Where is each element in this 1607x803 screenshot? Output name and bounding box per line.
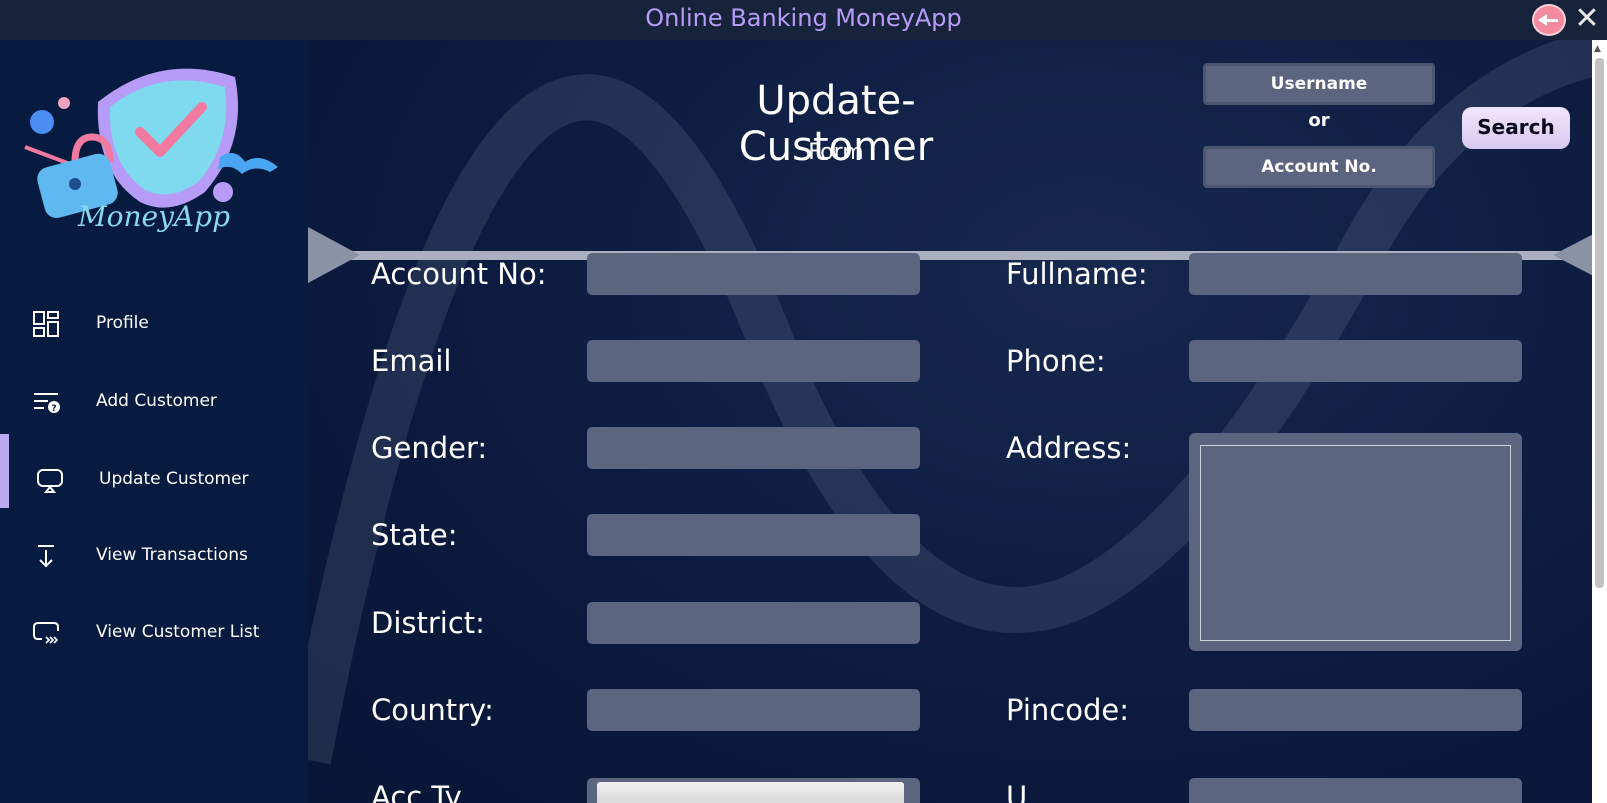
or-label: or	[1308, 110, 1330, 131]
search-account-input[interactable]: Account No.	[1203, 146, 1435, 188]
acc-type-select[interactable]	[587, 778, 920, 803]
pincode-label: Pincode:	[1006, 693, 1129, 727]
window-title: Online Banking MoneyApp	[645, 4, 962, 32]
state-label: State:	[371, 518, 458, 552]
sidebar-item-label: Update Customer	[99, 469, 249, 489]
sidebar-item-label: Profile	[96, 313, 149, 333]
update-customer-icon	[37, 469, 63, 493]
account-no-label: Account No:	[371, 257, 547, 291]
main-panel: Update-Customer Form Username or Account…	[308, 40, 1607, 803]
username-field[interactable]	[1189, 778, 1522, 803]
country-label: Country:	[371, 693, 494, 727]
gender-field[interactable]	[587, 427, 920, 469]
vertical-scrollbar[interactable]: ▲	[1592, 40, 1607, 803]
acc-type-label: Acc Ty	[371, 780, 462, 803]
phone-field[interactable]	[1189, 340, 1522, 382]
username-label: U	[1006, 780, 1028, 803]
fullname-field[interactable]	[1189, 253, 1522, 295]
page-subtitle: Form	[808, 140, 864, 165]
sidebar-item-label: Add Customer	[96, 391, 217, 411]
customer-list-icon	[33, 622, 59, 644]
country-field[interactable]	[587, 689, 920, 731]
district-label: District:	[371, 606, 485, 640]
sidebar-item-profile[interactable]: Profile	[0, 296, 308, 352]
gender-label: Gender:	[371, 431, 488, 465]
sidebar-item-view-customer-list[interactable]: View Customer List	[0, 605, 308, 661]
scrollbar-thumb[interactable]	[1595, 58, 1604, 588]
sidebar-item-add-customer[interactable]: ? Add Customer	[0, 374, 308, 430]
back-icon[interactable]	[1532, 4, 1566, 36]
fullname-label: Fullname:	[1006, 257, 1148, 291]
search-button[interactable]: Search	[1462, 107, 1570, 149]
sidebar-item-update-customer[interactable]: Update Customer	[0, 434, 308, 508]
email-label: Email	[371, 344, 452, 378]
download-arrow-icon	[38, 545, 54, 568]
district-field[interactable]	[587, 602, 920, 644]
sidebar-item-view-transactions[interactable]: View Transactions	[0, 528, 308, 584]
dashboard-icon	[33, 311, 59, 337]
address-textarea[interactable]	[1189, 433, 1522, 651]
add-customer-icon: ?	[34, 393, 60, 414]
account-no-field[interactable]	[587, 253, 920, 295]
phone-label: Phone:	[1006, 344, 1106, 378]
sidebar: MoneyApp Profile ? Add Customer Update C…	[0, 40, 308, 803]
scroll-up-icon[interactable]: ▲	[1594, 44, 1601, 54]
state-field[interactable]	[587, 514, 920, 556]
search-username-input[interactable]: Username	[1203, 63, 1435, 105]
sidebar-item-label: View Customer List	[96, 622, 260, 642]
email-field[interactable]	[587, 340, 920, 382]
address-label: Address:	[1006, 431, 1132, 465]
svg-text:?: ?	[51, 404, 56, 414]
pincode-field[interactable]	[1189, 689, 1522, 731]
sidebar-item-label: View Transactions	[96, 545, 248, 565]
title-bar: Online Banking MoneyApp ✕	[0, 0, 1607, 40]
close-icon[interactable]: ✕	[1572, 2, 1602, 36]
brand-name: MoneyApp	[77, 200, 231, 233]
